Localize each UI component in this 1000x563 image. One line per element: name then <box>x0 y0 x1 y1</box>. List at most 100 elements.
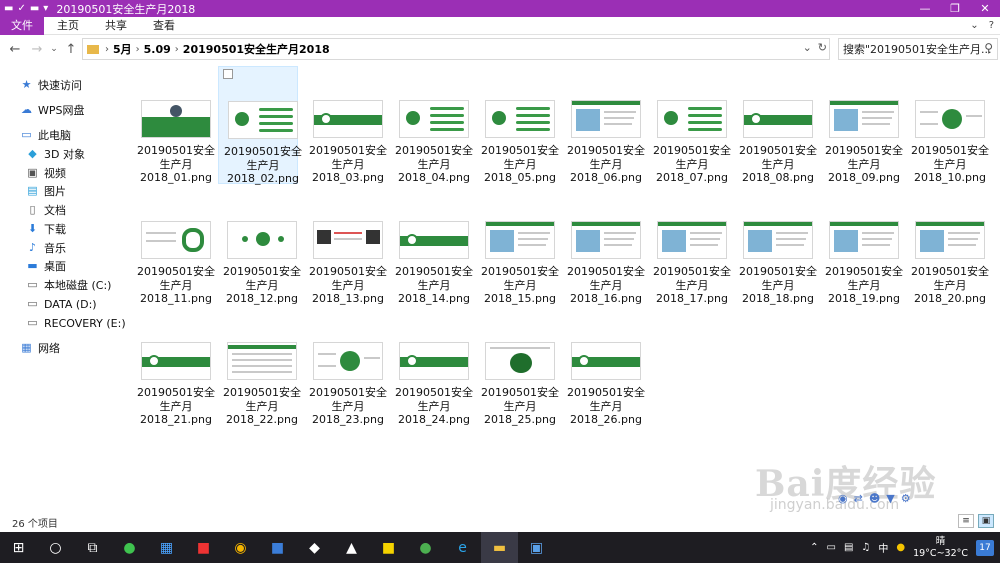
file-item[interactable]: 20190501安全 生产月 2018_12.png <box>218 187 301 305</box>
sidebar-item-videos[interactable]: ▣ 视频 <box>26 164 66 182</box>
file-item[interactable]: 20190501安全 生产月 2018_24.png <box>390 308 473 426</box>
file-item[interactable]: 20190501安全 生产月 2018_23.png <box>304 308 387 426</box>
close-button[interactable]: ✕ <box>970 0 1000 17</box>
media-app-icon[interactable]: ■ <box>185 532 222 563</box>
file-item[interactable]: 20190501安全 生产月 2018_26.png <box>562 308 645 426</box>
forward-icon[interactable]: → <box>26 42 48 57</box>
sidebar-item-pictures[interactable]: ▤ 图片 <box>26 182 66 200</box>
sidebar-item-drive-e[interactable]: ▭ RECOVERY (E:) <box>26 314 125 332</box>
file-item[interactable]: 20190501安全 生产月 2018_22.png <box>218 308 301 426</box>
task-view-icon[interactable]: ⧉ <box>74 532 111 563</box>
file-item[interactable]: 20190501安全 生产月 2018_17.png <box>648 187 731 305</box>
notification-badge[interactable]: 17 <box>976 539 994 556</box>
folder-icon[interactable]: ▬ <box>4 1 13 17</box>
sidebar-item-this-pc[interactable]: ▭ 此电脑 <box>20 126 71 144</box>
large-icons-view-icon[interactable]: ▣ <box>978 514 994 528</box>
sidebar-item-wps-drive[interactable]: ☁ WPS网盘 <box>20 101 85 119</box>
calendar-app-icon[interactable]: ▣ <box>518 532 555 563</box>
breadcrumb-segment[interactable]: 5.09 <box>144 43 171 56</box>
file-item[interactable]: 20190501安全 生产月 2018_16.png <box>562 187 645 305</box>
address-bar[interactable]: › 5月 › 5.09 › 20190501安全生产月2018 ⌄ ↻ <box>82 38 830 60</box>
tab-home[interactable]: 主页 <box>44 17 92 35</box>
help-icon[interactable]: ? <box>989 17 994 35</box>
sidebar-item-desktop[interactable]: ▬ 桌面 <box>26 257 66 275</box>
shirt-icon[interactable]: ▼ <box>886 492 894 505</box>
new-folder-icon[interactable]: ▬ <box>30 1 39 17</box>
sidebar-item-music[interactable]: ♪ 音乐 <box>26 239 66 257</box>
back-icon[interactable]: ← <box>4 42 26 57</box>
file-item[interactable]: 20190501安全 生产月 2018_07.png <box>648 66 731 184</box>
tab-view[interactable]: 查看 <box>140 17 188 35</box>
windows-start-icon[interactable]: ⊞ <box>0 532 37 563</box>
file-item[interactable]: 20190501安全 生产月 2018_13.png <box>304 187 387 305</box>
file-item[interactable]: 20190501安全 生产月 2018_14.png <box>390 187 473 305</box>
breadcrumb-segment[interactable]: 20190501安全生产月2018 <box>183 41 330 57</box>
file-name-line: 20190501安全 <box>137 265 215 278</box>
file-item[interactable]: 20190501安全 生产月 2018_09.png <box>820 66 903 184</box>
recent-locations-icon[interactable]: ⌄ <box>48 44 60 54</box>
battery-icon[interactable]: ▭ <box>826 542 835 553</box>
file-item[interactable]: 20190501安全 生产月 2018_02.png <box>218 66 302 185</box>
chevron-up-icon[interactable]: ⌃ <box>810 542 818 553</box>
details-view-icon[interactable]: ≡ <box>958 514 974 528</box>
baidu-app-icon[interactable]: ■ <box>259 532 296 563</box>
properties-icon[interactable]: ✓ <box>17 1 25 17</box>
globe-icon[interactable]: ◉ <box>838 492 848 505</box>
file-thumbnail <box>485 342 555 380</box>
update-app-icon[interactable]: ● <box>407 532 444 563</box>
breadcrumb-segment[interactable]: 5月 <box>113 41 132 57</box>
minimize-button[interactable]: — <box>910 0 940 17</box>
chevron-down-icon[interactable]: ▾ <box>43 1 48 17</box>
file-item[interactable]: 20190501安全 生产月 2018_21.png <box>132 308 215 426</box>
share-icon[interactable]: ⇄ <box>854 492 863 505</box>
volume-icon[interactable]: ♫ <box>861 542 870 553</box>
file-item[interactable]: 20190501安全 生产月 2018_03.png <box>304 66 387 184</box>
sidebar-item-quick-access[interactable]: ★ 快速访问 <box>20 76 82 94</box>
sidebar-item-drive-d[interactable]: ▭ DATA (D:) <box>26 295 96 313</box>
fox-app-icon[interactable]: ▲ <box>333 532 370 563</box>
search-icon[interactable]: ⚲ <box>984 41 993 55</box>
note-app-icon[interactable]: ■ <box>370 532 407 563</box>
sidebar-item-drive-c[interactable]: ▭ 本地磁盘 (C:) <box>26 276 111 294</box>
tab-file[interactable]: 文件 <box>0 16 44 35</box>
file-item[interactable]: 20190501安全 生产月 2018_18.png <box>734 187 817 305</box>
chrome-icon[interactable]: ◉ <box>222 532 259 563</box>
maximize-button[interactable]: ❐ <box>940 0 970 17</box>
calculator-app-icon[interactable]: ▦ <box>148 532 185 563</box>
weather-clock[interactable]: 晴 19°C~32°C <box>913 536 968 560</box>
refresh-icon[interactable]: ↻ <box>818 41 827 54</box>
wechat-icon[interactable]: ● <box>111 532 148 563</box>
sidebar-item-3d-objects[interactable]: ◆ 3D 对象 <box>26 145 85 163</box>
file-name: 20190501安全 生产月 2018_16.png <box>562 265 650 306</box>
file-item[interactable]: 20190501安全 生产月 2018_15.png <box>476 187 559 305</box>
search-input[interactable]: 搜索"20190501安全生产月... ⚲ <box>838 38 998 60</box>
file-item[interactable]: 20190501安全 生产月 2018_06.png <box>562 66 645 184</box>
file-item[interactable]: 20190501安全 生产月 2018_19.png <box>820 187 903 305</box>
file-name-line: 20190501安全 <box>481 265 559 278</box>
ime-indicator[interactable]: 中 <box>878 540 888 555</box>
file-item[interactable]: 20190501安全 生产月 2018_11.png <box>132 187 215 305</box>
file-item[interactable]: 20190501安全 生产月 2018_25.png <box>476 308 559 426</box>
up-icon[interactable]: ↑ <box>60 42 82 57</box>
file-item[interactable]: 20190501安全 生产月 2018_20.png <box>906 187 989 305</box>
qq-icon[interactable]: ◆ <box>296 532 333 563</box>
tab-share[interactable]: 共享 <box>92 17 140 35</box>
user-icon[interactable]: ☻ <box>869 492 880 505</box>
network-tray-icon[interactable]: ▤ <box>844 542 853 553</box>
chevron-down-icon[interactable]: ⌄ <box>803 41 812 54</box>
expand-ribbon-icon[interactable]: ⌄ <box>970 17 978 35</box>
sidebar-item-documents[interactable]: ▯ 文档 <box>26 201 66 219</box>
file-item[interactable]: 20190501安全 生产月 2018_10.png <box>906 66 989 184</box>
sidebar-item-network[interactable]: ▦ 网络 <box>20 339 60 357</box>
file-explorer-icon[interactable]: ▬ <box>481 532 518 563</box>
cortana-icon[interactable]: ○ <box>37 532 74 563</box>
select-checkbox[interactable] <box>223 69 233 79</box>
ie-browser-icon[interactable]: e <box>444 532 481 563</box>
file-item[interactable]: 20190501安全 生产月 2018_05.png <box>476 66 559 184</box>
file-item[interactable]: 20190501安全 生产月 2018_08.png <box>734 66 817 184</box>
file-item[interactable]: 20190501安全 生产月 2018_04.png <box>390 66 473 184</box>
file-item[interactable]: 20190501安全 生产月 2018_01.png <box>132 66 215 184</box>
sidebar-item-downloads[interactable]: ⬇ 下载 <box>26 220 66 238</box>
file-name-line: 20190501安全 <box>911 144 989 157</box>
gear-icon[interactable]: ⚙ <box>901 492 911 505</box>
